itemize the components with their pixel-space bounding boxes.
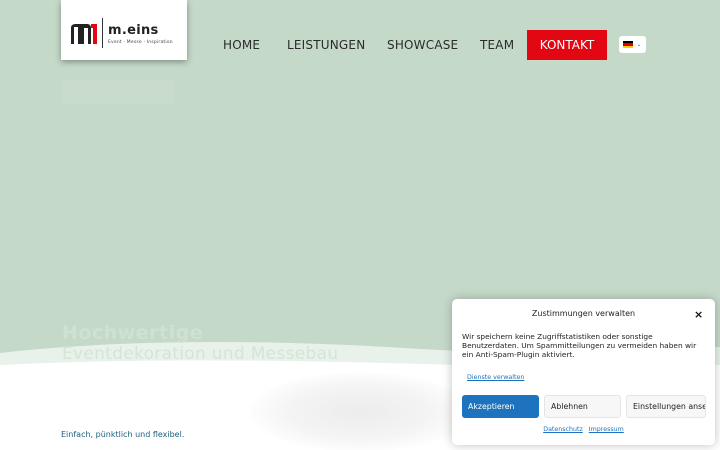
- logo-tagline: Event · Messe · Inspiration: [108, 40, 173, 45]
- intro-tagline: Einfach, pünktlich und flexibel.: [61, 430, 185, 439]
- nav-item-leistungen[interactable]: LEISTUNGEN: [287, 30, 365, 60]
- cookie-footer-links: Datenschutz Impressum: [452, 426, 715, 433]
- cookie-consent-dialog: Zustimmungen verwalten × Wir speichern k…: [452, 299, 715, 445]
- logo-divider: [102, 18, 103, 48]
- nav-item-showcase[interactable]: SHOWCASE: [387, 30, 458, 60]
- hero-subtitle: Eventdekoration und Messebau: [62, 344, 339, 364]
- german-flag-icon: [623, 41, 634, 48]
- view-settings-button[interactable]: Einstellungen ansehen: [626, 395, 706, 418]
- cookie-dialog-text: Wir speichern keine Zugriffstatistiken o…: [462, 332, 697, 359]
- logo[interactable]: m.eins Event · Messe · Inspiration: [61, 0, 187, 60]
- logo-mark-icon: [71, 24, 97, 44]
- cookie-dialog-title: Zustimmungen verwalten: [531, 309, 636, 318]
- accept-button[interactable]: Akzeptieren: [462, 395, 539, 418]
- background-cloud-image: [250, 372, 470, 450]
- hero-button[interactable]: [62, 80, 174, 104]
- privacy-link[interactable]: Datenschutz: [543, 426, 583, 433]
- close-icon[interactable]: ×: [694, 308, 703, 321]
- manage-services-link[interactable]: Dienste verwalten: [467, 374, 524, 381]
- hero-title: Hochwertige: [62, 322, 204, 344]
- nav-item-kontakt[interactable]: KONTAKT: [527, 30, 607, 60]
- chevron-down-icon: ⌄: [636, 41, 642, 48]
- deny-button[interactable]: Ablehnen: [544, 395, 621, 418]
- nav-item-team[interactable]: TEAM: [480, 30, 514, 60]
- logo-name: m.eins: [108, 23, 159, 38]
- language-switcher[interactable]: ⌄: [619, 36, 646, 53]
- imprint-link[interactable]: Impressum: [589, 426, 624, 433]
- nav-item-home[interactable]: HOME: [223, 30, 260, 60]
